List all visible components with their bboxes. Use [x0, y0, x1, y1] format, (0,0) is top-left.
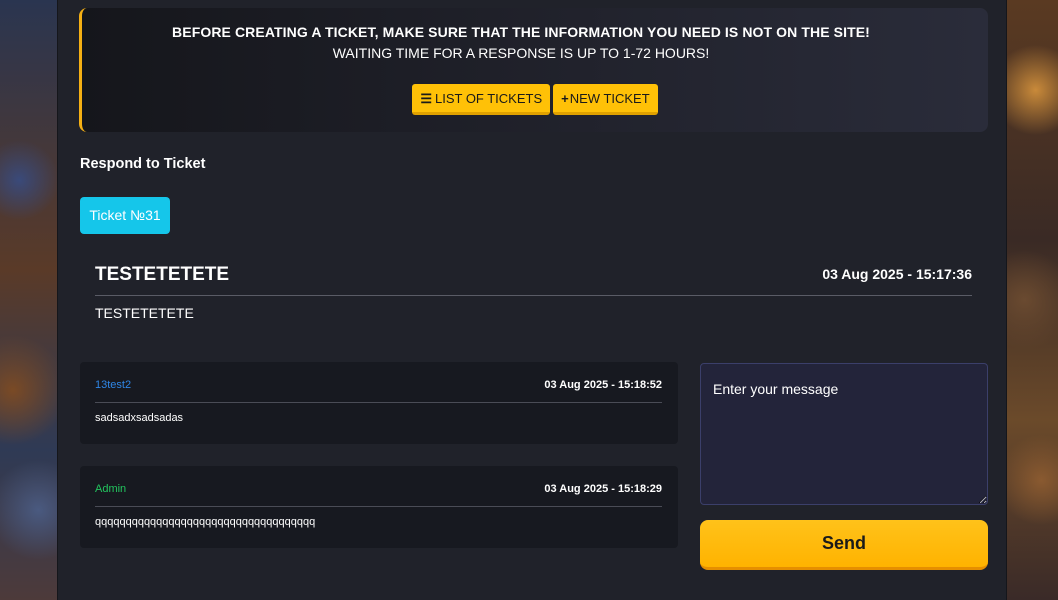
notice-line-1: BEFORE CREATING A TICKET, MAKE SURE THAT… [172, 24, 870, 40]
new-ticket-label: NEW TICKET [569, 91, 650, 106]
ticket-date: 03 Aug 2025 - 15:17:36 [822, 266, 972, 282]
background-art-right [1002, 0, 1058, 600]
background-art-left [0, 0, 64, 600]
list-of-tickets-label: LIST OF TICKETS [434, 91, 543, 106]
ticket-number-badge: Ticket №31 [80, 197, 170, 234]
message-author: Admin [95, 483, 127, 495]
list-icon: ☰ [420, 91, 432, 106]
message-item: 13test2 03 Aug 2025 - 15:18:52 sadsadxsa… [80, 362, 678, 444]
message-text: qqqqqqqqqqqqqqqqqqqqqqqqqqqqqqqqqqqq [95, 516, 316, 528]
message-text: sadsadxsadsadas [95, 412, 184, 424]
notice-banner: BEFORE CREATING A TICKET, MAKE SURE THAT… [79, 8, 988, 132]
plus-icon: + [561, 91, 569, 106]
respond-title: Respond to Ticket [80, 156, 206, 172]
message-date: 03 Aug 2025 - 15:18:29 [544, 483, 662, 495]
message-date: 03 Aug 2025 - 15:18:52 [544, 379, 662, 391]
list-of-tickets-button[interactable]: ☰ LIST OF TICKETS [412, 84, 551, 115]
send-button[interactable]: Send [700, 520, 988, 570]
ticket-body: TESTETETETE [95, 305, 194, 321]
ticket-divider [95, 295, 972, 296]
message-item: Admin 03 Aug 2025 - 15:18:29 qqqqqqqqqqq… [80, 466, 678, 548]
message-author: 13test2 [95, 379, 132, 391]
message-divider [95, 402, 662, 403]
notice-line-2: WAITING TIME FOR A RESPONSE IS UP TO 1-7… [332, 45, 710, 61]
notice-buttons: ☰ LIST OF TICKETS +NEW TICKET [82, 84, 988, 115]
ticket-subject: TESTETETETE [95, 264, 230, 285]
message-input[interactable] [700, 363, 988, 505]
message-divider [95, 506, 662, 507]
new-ticket-button[interactable]: +NEW TICKET [553, 84, 658, 115]
